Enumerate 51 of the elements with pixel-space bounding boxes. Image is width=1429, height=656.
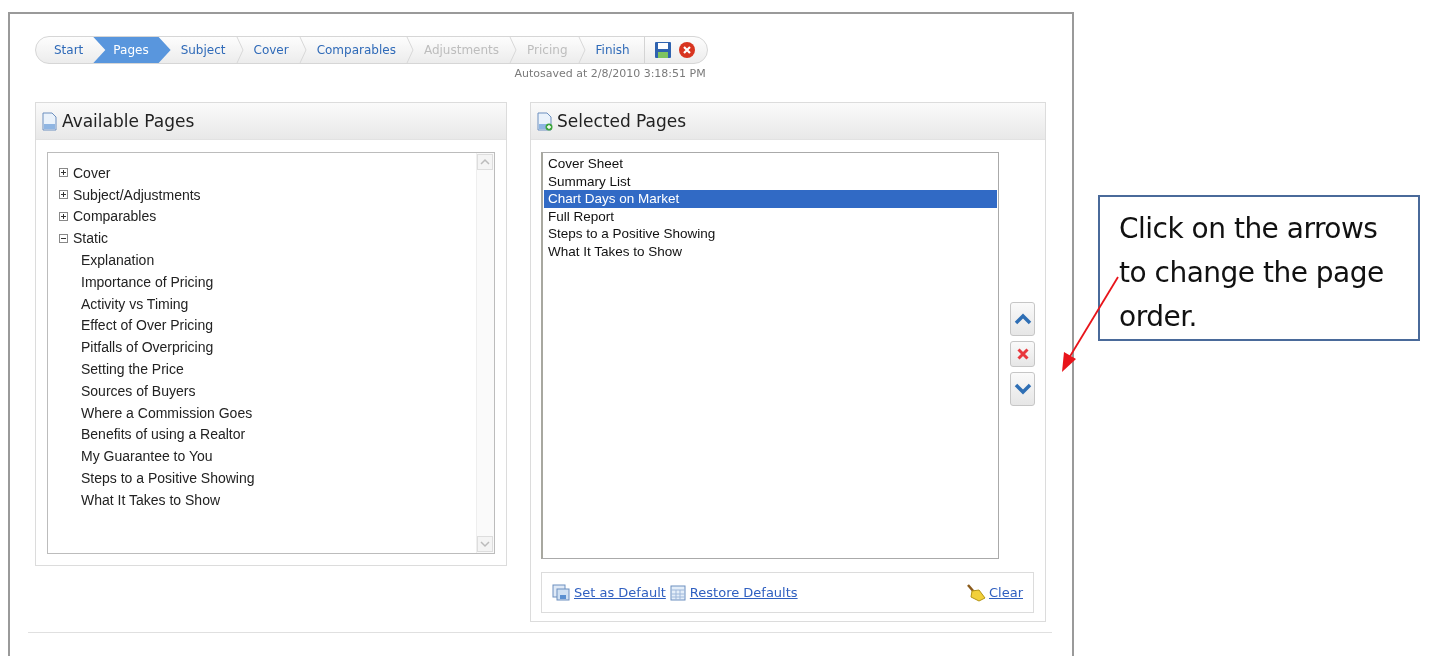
footer-link[interactable]: Restore Defaults xyxy=(689,585,798,600)
tree-item[interactable]: Effect of Over Pricing xyxy=(81,317,213,334)
clear-link[interactable]: Clear xyxy=(966,583,1023,602)
tree-item[interactable]: Where a Commission Goes xyxy=(81,404,253,421)
tree-item[interactable]: Setting the Price xyxy=(81,361,184,378)
collapse-icon[interactable] xyxy=(59,233,68,243)
list-item[interactable]: Full Report xyxy=(544,207,997,225)
list-item[interactable]: Steps to a Positive Showing xyxy=(544,225,997,243)
list-item[interactable]: Cover Sheet xyxy=(544,155,997,173)
tree-item[interactable]: Benefits of using a Realtor xyxy=(81,426,246,443)
tree-item[interactable]: Activity vs Timing xyxy=(81,295,189,312)
add-page-icon xyxy=(537,111,553,131)
expand-icon[interactable] xyxy=(59,168,68,178)
panel-title: Selected Pages xyxy=(557,111,687,131)
callout-note: Click on the arrows to change the page order. xyxy=(1098,195,1420,341)
tree-item[interactable]: Pitfalls of Overpricing xyxy=(81,339,214,356)
wizard-step[interactable]: Comparables xyxy=(306,37,406,63)
move-up-button[interactable] xyxy=(1010,302,1035,336)
tree-item[interactable]: Cover xyxy=(73,164,111,181)
list-item[interactable]: Chart Days on Market xyxy=(544,190,997,208)
autosave-status: Autosaved at 2/8/2010 3:18:51 PM xyxy=(514,67,707,80)
tree-item[interactable]: Static xyxy=(73,230,108,247)
list-item[interactable]: What It Takes to Show xyxy=(544,242,997,260)
chevron-down-icon xyxy=(1013,383,1032,395)
pages-icon xyxy=(552,584,570,601)
close-icon xyxy=(677,41,696,59)
close-icon xyxy=(1016,348,1029,360)
tree-item[interactable]: Sources of Buyers xyxy=(81,382,196,399)
tree-item[interactable]: What It Takes to Show xyxy=(81,491,221,508)
chevron-up-icon xyxy=(1013,313,1032,325)
wizard-step[interactable]: Subject xyxy=(170,37,236,63)
wizard-step[interactable]: Start xyxy=(44,37,94,63)
save-icon xyxy=(653,41,672,59)
tree-item[interactable]: Steps to a Positive Showing xyxy=(81,470,255,487)
remove-button[interactable] xyxy=(1010,341,1035,367)
footer-link[interactable]: Set as Default xyxy=(574,585,666,600)
table-icon xyxy=(669,584,686,601)
move-down-button[interactable] xyxy=(1010,372,1035,406)
wizard-step[interactable]: Finish xyxy=(585,37,640,63)
tree-item[interactable]: My Guarantee to You xyxy=(81,448,213,465)
wizard-step[interactable]: Cover xyxy=(243,37,299,63)
list-item[interactable]: Summary List xyxy=(544,172,997,190)
panel-title: Available Pages xyxy=(62,111,195,131)
tree-item[interactable]: Subject/Adjustments xyxy=(73,186,201,203)
page-icon xyxy=(42,111,58,131)
tree-item[interactable]: Importance of Pricing xyxy=(81,273,214,290)
broom-icon xyxy=(966,583,986,602)
expand-icon[interactable] xyxy=(59,212,68,221)
tree-item[interactable]: Explanation xyxy=(81,252,155,269)
tree-item[interactable]: Comparables xyxy=(73,208,157,225)
expand-icon[interactable] xyxy=(59,190,68,200)
